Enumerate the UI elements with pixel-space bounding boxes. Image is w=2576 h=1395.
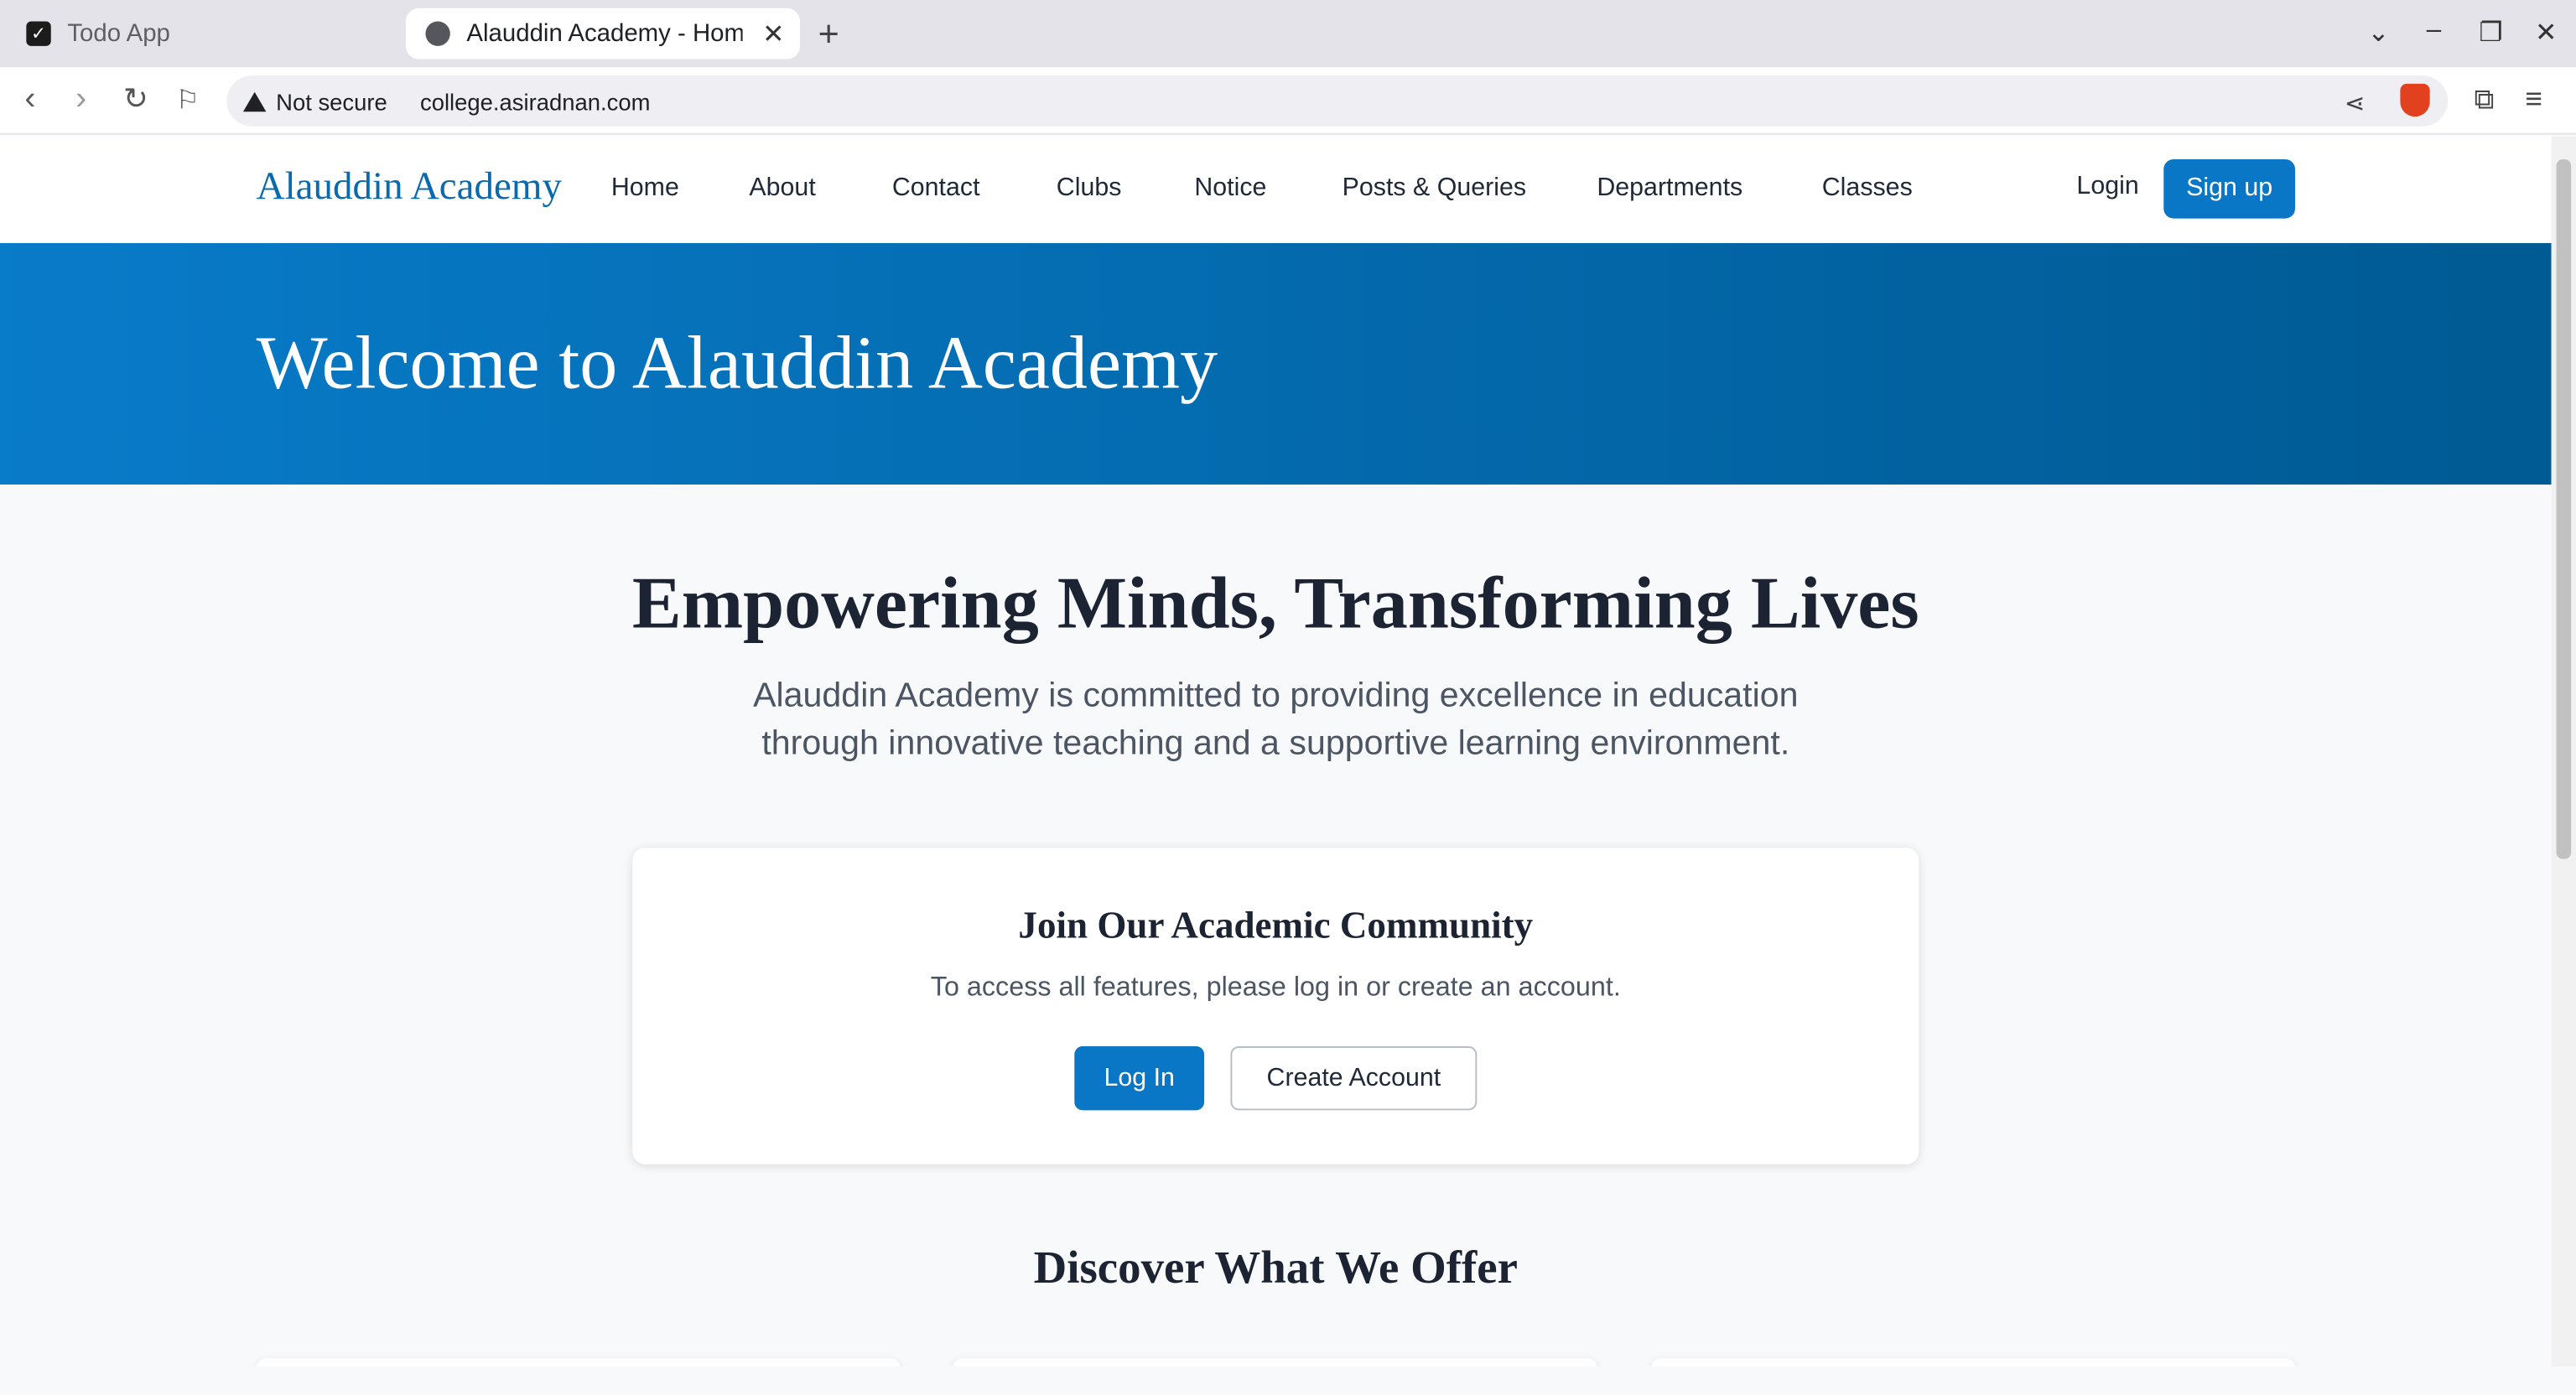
offers-heading: Discover What We Offer: [1033, 1243, 1519, 1294]
close-window-icon[interactable]: ✕: [2535, 17, 2557, 49]
address-bar[interactable]: Not secure college.asiradnan.com: [226, 75, 2449, 127]
intro-line-2: through innovative teaching and a suppor…: [761, 724, 1790, 763]
nav-posts-queries[interactable]: Posts & Queries: [1343, 174, 1526, 204]
site-header: Alauddin Academy Home About Contact Club…: [0, 136, 2552, 243]
restore-icon[interactable]: ❐: [2479, 17, 2502, 49]
browser-toolbar: ‹ › ↻ ⚐ Not secure college.asiradnan.com…: [0, 67, 2576, 135]
hero-banner: Welcome to Alauddin Academy: [0, 242, 2552, 485]
scrollbar-thumb[interactable]: [2556, 159, 2572, 859]
nav-notice[interactable]: Notice: [1194, 174, 1266, 204]
nav-departments[interactable]: Departments: [1597, 174, 1742, 204]
intro-line-1: Alauddin Academy is committed to providi…: [753, 677, 1799, 715]
join-card-title: Join Our Academic Community: [1018, 905, 1534, 946]
extensions-icon[interactable]: ⧉: [2475, 84, 2495, 117]
new-tab-button[interactable]: +: [818, 13, 839, 56]
share-icon[interactable]: ⋖: [2345, 89, 2366, 118]
hero-title: Welcome to Alauddin Academy: [256, 320, 1218, 404]
nav-clubs[interactable]: Clubs: [1057, 174, 1122, 204]
tab-search-chevron-icon[interactable]: ⌄: [2367, 17, 2389, 49]
nav-about[interactable]: About: [749, 174, 815, 204]
tab-title: Alauddin Academy - Home: [466, 19, 743, 48]
brave-shields-icon[interactable]: [2400, 83, 2430, 117]
url-text[interactable]: college.asiradnan.com: [420, 88, 650, 114]
offer-card: [256, 1358, 901, 1367]
signup-button[interactable]: Sign up: [2163, 159, 2296, 219]
join-community-card: Join Our Academic Community To access al…: [632, 847, 1919, 1165]
globe-icon: [425, 21, 450, 46]
intro-heading: Empowering Minds, Transforming Lives: [631, 562, 1919, 645]
page-scrollbar[interactable]: [2551, 136, 2576, 1367]
nav-classes[interactable]: Classes: [1822, 174, 1913, 204]
join-card-subtitle: To access all features, please log in or…: [930, 972, 1621, 1003]
close-tab-icon[interactable]: ✕: [762, 18, 784, 50]
back-icon[interactable]: ‹: [24, 80, 35, 118]
warning-icon: [242, 91, 267, 111]
tab-title: Todo App: [67, 19, 170, 48]
nav-contact[interactable]: Contact: [892, 174, 980, 204]
minimize-icon[interactable]: –: [2427, 17, 2441, 46]
security-label[interactable]: Not secure: [276, 88, 387, 114]
bookmark-icon[interactable]: ⚐: [176, 84, 200, 117]
tab-alauddin-academy[interactable]: Alauddin Academy - Home ✕: [405, 8, 801, 60]
site-logo[interactable]: Alauddin Academy: [257, 166, 562, 210]
offer-card: [953, 1358, 1597, 1367]
browser-tab-bar: ✓ Todo App Alauddin Academy - Home ✕ + ⌄…: [0, 0, 2576, 68]
create-account-button[interactable]: Create Account: [1230, 1046, 1478, 1111]
tab-todo-app[interactable]: ✓ Todo App: [13, 8, 392, 60]
intro-text: Alauddin Academy is committed to providi…: [0, 672, 2552, 767]
forward-icon[interactable]: ›: [75, 80, 86, 118]
log-in-button[interactable]: Log In: [1074, 1046, 1205, 1111]
login-link[interactable]: Login: [2076, 173, 2138, 202]
offer-card: [1650, 1358, 2296, 1367]
checkbox-icon: ✓: [26, 21, 51, 46]
nav-home[interactable]: Home: [611, 174, 679, 204]
web-page: Alauddin Academy Home About Contact Club…: [0, 136, 2552, 1367]
reload-icon[interactable]: ↻: [123, 82, 148, 117]
menu-icon[interactable]: ≡: [2525, 82, 2542, 117]
